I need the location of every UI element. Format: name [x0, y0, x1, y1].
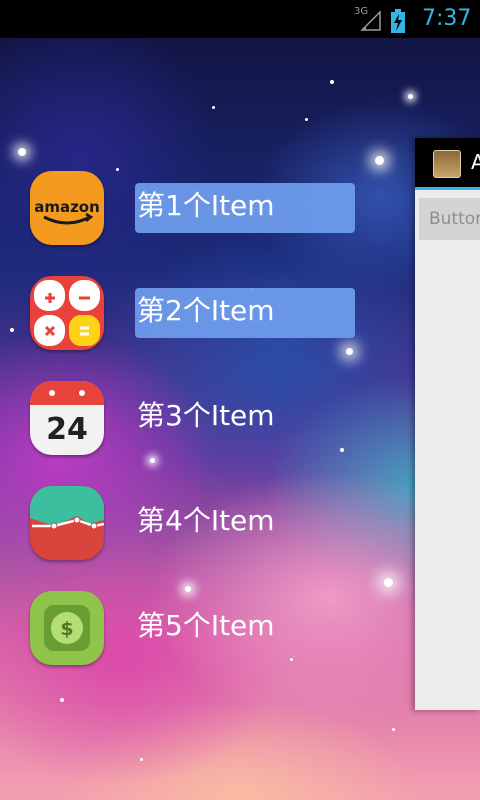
menu-item-4[interactable]: 第4个Item — [0, 486, 415, 576]
calendar-icon: 24 — [30, 381, 104, 455]
app-title: A — [471, 150, 480, 174]
amazon-icon: amazon — [30, 171, 104, 245]
amazon-logo-text: amazon — [34, 198, 100, 216]
action-bar: A — [415, 138, 480, 190]
app-icon[interactable] — [433, 150, 461, 178]
status-bar: 3G 7:37 — [0, 0, 480, 38]
menu-item-3[interactable]: 24 第3个Item — [0, 381, 415, 471]
menu-item-label: 第3个Item — [137, 399, 275, 432]
menu-item-label: 第1个Item — [135, 183, 355, 233]
signal-icon — [360, 10, 381, 31]
main-content-panel: A Button — [415, 138, 480, 710]
menu-item-2[interactable]: 第2个Item — [0, 276, 415, 366]
menu-item-5[interactable]: $ 第5个Item — [0, 591, 415, 681]
main-button[interactable]: Button — [419, 198, 480, 240]
dollar-sign: $ — [60, 618, 73, 640]
menu-item-label: 第4个Item — [137, 504, 275, 537]
battery-charging-icon — [391, 9, 405, 33]
calendar-day: 24 — [46, 412, 88, 447]
money-icon: $ — [30, 591, 104, 665]
clock: 7:37 — [422, 6, 472, 31]
chart-icon — [30, 486, 104, 560]
menu-item-label: 第2个Item — [135, 288, 355, 338]
calculator-icon — [30, 276, 104, 350]
menu-item-label: 第5个Item — [137, 609, 275, 642]
menu-item-1[interactable]: amazon 第1个Item — [0, 171, 415, 261]
